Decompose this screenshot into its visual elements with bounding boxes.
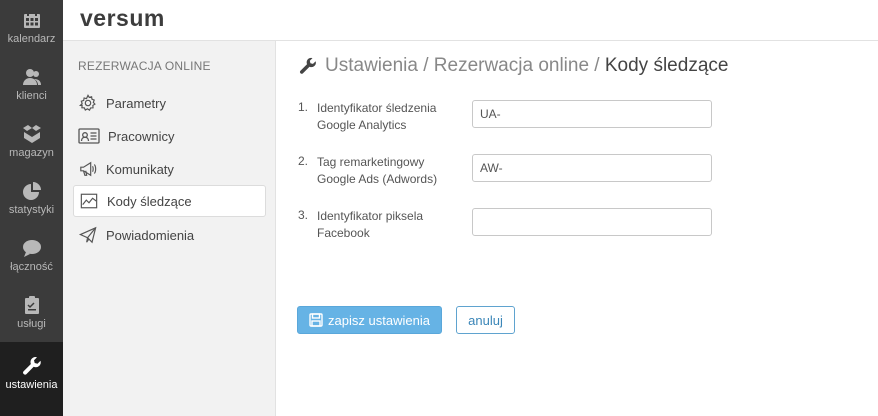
nav-item-kalendarz[interactable]: kalendarz [0, 0, 63, 57]
nav-item-magazyn[interactable]: magazyn [0, 114, 63, 171]
paper-plane-icon [78, 226, 97, 244]
google-ads-input[interactable] [472, 154, 712, 182]
line-chart-icon [80, 193, 98, 209]
top-header: versum [63, 0, 878, 41]
wrench-icon [299, 57, 316, 74]
subnav-title: REZERWACJA ONLINE [78, 59, 211, 73]
floppy-disk-icon [309, 313, 323, 327]
gear-icon [79, 94, 96, 111]
megaphone-icon [80, 161, 97, 177]
subnav-item-label: Kody śledzące [107, 193, 192, 209]
subnav-item-parametry[interactable]: Parametry [73, 87, 266, 119]
subnav-item-kody-sledzace[interactable]: Kody śledzące [73, 185, 266, 217]
field-label-line: Tag remarketingowy [317, 155, 425, 169]
field-label: Identyfikator śledzenia Google Analytics [317, 100, 467, 134]
app-logo[interactable]: versum [80, 5, 165, 32]
field-label-line: Identyfikator piksela [317, 209, 424, 223]
subnav-item-label: Pracownicy [108, 128, 175, 144]
calendar-icon [23, 11, 40, 28]
save-settings-button[interactable]: zapisz ustawienia [297, 306, 442, 334]
nav-item-label: ustawienia [5, 379, 58, 391]
nav-item-ustawienia[interactable]: ustawienia [0, 342, 63, 416]
breadcrumb-current: Kody śledzące [604, 55, 729, 76]
nav-item-label: klienci [16, 90, 47, 102]
main-nav: kalendarz klienci magazyn statystyki łąc… [0, 0, 63, 416]
subnav-item-komunikaty[interactable]: Komunikaty [73, 153, 266, 185]
field-number: 1. [298, 100, 309, 114]
breadcrumb-separator: / [417, 55, 434, 76]
boxes-icon [22, 125, 41, 143]
field-number: 3. [298, 208, 309, 222]
google-analytics-input[interactable] [472, 100, 712, 128]
nav-item-label: kalendarz [7, 33, 56, 45]
facebook-pixel-input[interactable] [472, 208, 712, 236]
pie-chart-icon [22, 182, 41, 200]
nav-item-uslugi[interactable]: usługi [0, 285, 63, 342]
field-label-line: Identyfikator śledzenia [317, 101, 437, 115]
subnav-item-label: Powiadomienia [106, 227, 195, 243]
field-label-line: Google Ads (Adwords) [317, 172, 438, 186]
cancel-button[interactable]: anuluj [456, 306, 515, 334]
field-number: 2. [298, 154, 309, 168]
nav-item-lacznosc[interactable]: łączność [0, 228, 63, 285]
field-label-line: Google Analytics [317, 118, 407, 132]
nav-item-label: statystyki [8, 204, 55, 216]
breadcrumb-separator: / [589, 55, 605, 76]
breadcrumb-ustawienia[interactable]: Ustawienia [325, 55, 418, 77]
breadcrumb-rezerwacja-online[interactable]: Rezerwacja online [434, 55, 589, 77]
field-label: Identyfikator piksela Facebook [317, 208, 467, 242]
wrench-icon [22, 356, 41, 375]
field-label: Tag remarketingowy Google Ads (Adwords) [317, 154, 467, 188]
subnav-item-label: Komunikaty [106, 161, 174, 177]
nav-item-label: łączność [10, 261, 53, 273]
breadcrumb: Ustawienia / Rezerwacja online / Kody śl… [299, 55, 728, 77]
nav-item-label: magazyn [9, 147, 54, 159]
settings-subnav: REZERWACJA ONLINE Parametry Pracownicy K… [63, 41, 276, 416]
subnav-item-label: Parametry [106, 95, 166, 111]
nav-item-klienci[interactable]: klienci [0, 57, 63, 114]
subnav-item-powiadomienia[interactable]: Powiadomienia [73, 219, 266, 251]
chat-icon [22, 240, 41, 257]
field-label-line: Facebook [317, 226, 370, 240]
nav-item-label: usługi [17, 318, 46, 330]
users-icon [22, 69, 41, 85]
nav-item-statystyki[interactable]: statystyki [0, 171, 63, 228]
main-content: Ustawienia / Rezerwacja online / Kody śl… [277, 41, 878, 416]
id-card-icon [78, 128, 100, 144]
clipboard-icon [24, 296, 39, 314]
save-button-label: zapisz ustawienia [328, 312, 430, 328]
subnav-item-pracownicy[interactable]: Pracownicy [73, 120, 266, 152]
